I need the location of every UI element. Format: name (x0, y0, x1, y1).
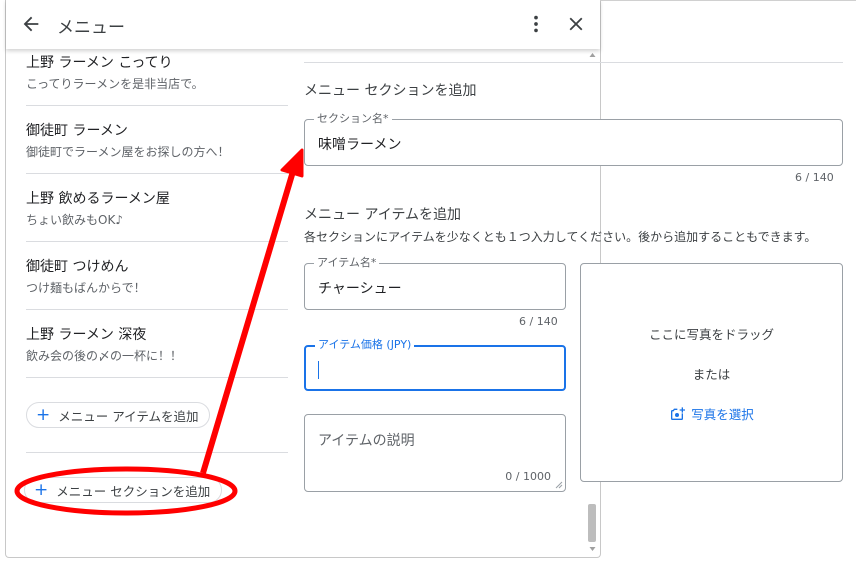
divider (26, 452, 288, 453)
item-description: つけ麺もばんからで！ (26, 281, 146, 295)
item-description: ちょい飲みもOK♪ (26, 213, 123, 227)
more-vertical-icon[interactable] (525, 13, 547, 35)
resize-handle-icon[interactable] (555, 481, 563, 489)
photo-drop-zone[interactable]: ここに写真をドラッグ または 写真を選択 (580, 263, 843, 482)
list-item[interactable]: 御徒町 ラーメン 御徒町でラーメン屋をお探しの方へ！ (26, 106, 288, 174)
list-item[interactable]: 上野 飲めるラーメン屋 ちょい飲みもOK♪ (26, 174, 288, 242)
item-name-label: アイテム名* (314, 256, 380, 270)
add-item-heading: メニュー アイテムを追加 (304, 207, 462, 223)
add-menu-section-label: メニュー セクションを追加 (56, 483, 211, 499)
photo-drag-text: ここに写真をドラッグ (648, 327, 774, 342)
add-menu-item-label: メニュー アイテムを追加 (58, 408, 199, 424)
item-title: 上野 ラーメン 深夜 (26, 327, 147, 343)
scrollbar[interactable] (586, 50, 599, 555)
arrow-back-icon[interactable] (20, 13, 42, 35)
item-description: 飲み会の後の〆の一杯に！！ (26, 349, 183, 363)
scroll-up-arrow-icon[interactable] (586, 51, 599, 59)
plus-icon: + (36, 404, 51, 425)
add-item-hint: 各セクションにアイテムを少なくとも１つ入力してください。後から追加することもでき… (304, 230, 817, 244)
item-title: 上野 ラーメン こってり (26, 55, 173, 71)
item-title: 上野 飲めるラーメン屋 (26, 191, 170, 207)
item-title: 御徒町 つけめん (26, 259, 129, 275)
scroll-down-arrow-icon[interactable] (586, 545, 599, 553)
add-menu-section-button[interactable]: + メニュー セクションを追加 (24, 477, 223, 503)
item-description-counter: 0 / 1000 (505, 470, 551, 483)
text-caret (318, 361, 319, 379)
section-name-counter: 6 / 140 (795, 171, 834, 184)
plus-icon: + (34, 479, 49, 500)
add-menu-item-button[interactable]: + メニュー アイテムを追加 (26, 402, 211, 428)
item-description-placeholder: アイテムの説明 (318, 433, 415, 449)
item-description: こってりラーメンを是非当店で。 (26, 77, 204, 91)
page-title: メニュー (57, 18, 125, 38)
item-name-field[interactable]: アイテム名* チャーシュー (304, 256, 566, 310)
section-name-field[interactable]: セクション名* 味噌ラーメン (304, 112, 843, 166)
list-item[interactable]: 御徒町 つけめん つけ麺もばんからで！ (26, 242, 288, 310)
add-photo-icon (671, 406, 686, 420)
item-name-counter: 6 / 140 (519, 315, 558, 328)
dialog-header: メニュー (6, 0, 600, 49)
close-icon[interactable] (565, 13, 587, 35)
add-section-heading: メニュー セクションを追加 (304, 83, 477, 99)
item-description-field[interactable]: アイテムの説明 0 / 1000 (304, 414, 566, 492)
item-description: 御徒町でラーメン屋をお探しの方へ！ (26, 145, 230, 159)
list-item[interactable]: 上野 ラーメン こってり こってりラーメンを是非当店で。 (26, 50, 288, 106)
item-price-label: アイテム価格 (JPY) (315, 338, 415, 352)
section-divider (304, 62, 843, 63)
item-name-value: チャーシュー (318, 281, 402, 297)
list-item[interactable]: 上野 ラーメン 深夜 飲み会の後の〆の一杯に！！ (26, 310, 288, 378)
item-price-field[interactable]: アイテム価格 (JPY) (304, 338, 566, 391)
item-title: 御徒町 ラーメン (26, 123, 128, 139)
select-photo-label: 写真を選択 (691, 407, 754, 422)
section-name-label: セクション名* (314, 112, 392, 126)
section-name-value: 味噌ラーメン (318, 137, 402, 153)
background-divider (600, 0, 856, 1)
select-photo-button[interactable]: 写真を選択 (581, 404, 842, 423)
scrollbar-thumb[interactable] (588, 504, 596, 542)
photo-or-text: または (692, 367, 731, 382)
